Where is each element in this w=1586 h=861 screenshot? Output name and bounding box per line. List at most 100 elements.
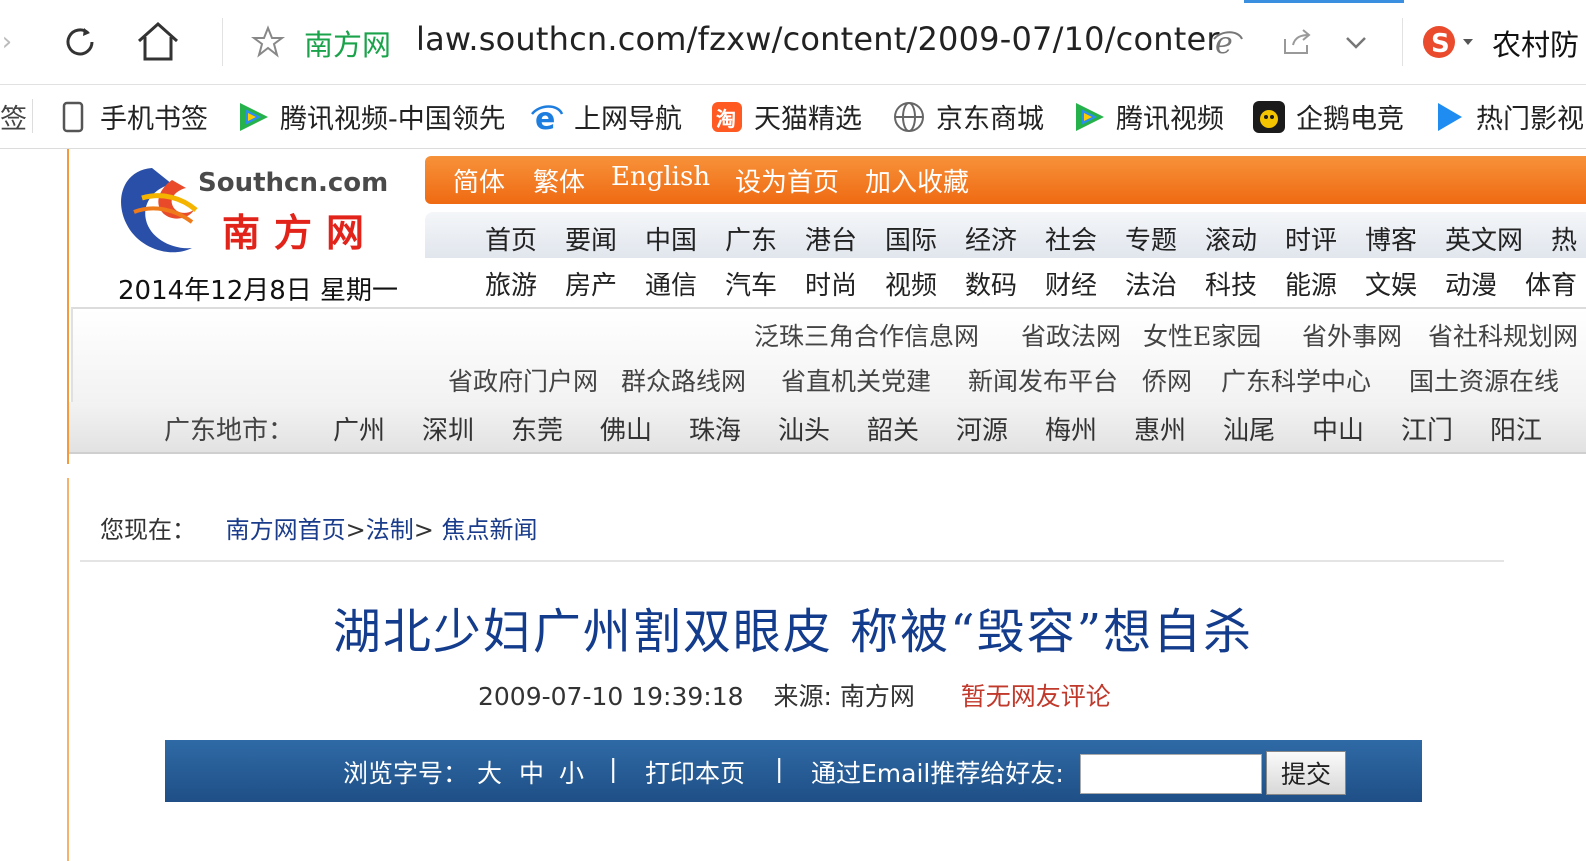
svg-text:淘: 淘	[716, 107, 736, 131]
city-bar: 广东地市： 广州 深圳 东莞 佛山 珠海 汕头 韶关 河源 梅州 惠州 汕尾 中…	[69, 402, 1586, 454]
nav-item[interactable]: 英文网	[1445, 220, 1523, 257]
bookmark-tencent-video[interactable]: 腾讯视频	[1072, 85, 1224, 148]
nav-item[interactable]: 广东	[725, 220, 777, 257]
breadcrumb-focus-news[interactable]: 焦点新闻	[442, 516, 538, 544]
partner-link[interactable]: 泛珠三角合作信息网	[754, 317, 979, 353]
link-set-homepage[interactable]: 设为首页	[735, 162, 839, 199]
partner-link[interactable]: 省社科规划网	[1428, 317, 1578, 353]
bookmark-jd[interactable]: 京东商城	[892, 85, 1044, 148]
submit-button[interactable]: 提交	[1266, 751, 1346, 795]
nav-item[interactable]: 文娱	[1365, 265, 1417, 302]
bookmark-label: 手机书签	[100, 104, 208, 135]
penguin-icon	[1252, 100, 1286, 134]
nav-item[interactable]: 通信	[645, 265, 697, 302]
font-size-small[interactable]: 小	[559, 754, 584, 790]
nav-item[interactable]: 房产	[565, 265, 617, 302]
nav-item[interactable]: 专题	[1125, 220, 1177, 257]
nav-item[interactable]: 体育	[1525, 265, 1577, 302]
nav-item[interactable]: 要闻	[565, 220, 617, 257]
partner-link[interactable]: 新闻发布平台	[968, 362, 1118, 398]
nav-item[interactable]: 社会	[1045, 220, 1097, 257]
nav-item[interactable]: 数码	[965, 265, 1017, 302]
city-link[interactable]: 江门	[1401, 410, 1453, 447]
nav-item[interactable]: 法治	[1125, 265, 1177, 302]
reload-icon[interactable]	[58, 20, 102, 64]
separator: |	[775, 754, 784, 783]
nav-item[interactable]: 汽车	[725, 265, 777, 302]
city-link[interactable]: 中山	[1312, 410, 1364, 447]
nav-item[interactable]: 科技	[1205, 265, 1257, 302]
bookmark-label: 上网导航	[574, 104, 682, 135]
city-link[interactable]: 河源	[956, 410, 1008, 447]
link-english[interactable]: English	[611, 162, 710, 192]
city-link[interactable]: 深圳	[422, 410, 474, 447]
nav-item[interactable]: 旅游	[485, 265, 537, 302]
city-link[interactable]: 汕尾	[1223, 410, 1275, 447]
breadcrumb-prefix: 您现在：	[100, 516, 196, 544]
city-link[interactable]: 珠海	[689, 410, 741, 447]
bookmark-tmall[interactable]: 淘 天猫精选	[710, 85, 862, 148]
share-icon[interactable]	[1278, 24, 1314, 60]
link-add-favorite[interactable]: 加入收藏	[865, 162, 969, 199]
city-link[interactable]: 梅州	[1045, 410, 1097, 447]
partner-link[interactable]: 省政府门户网	[448, 362, 598, 398]
nav-item[interactable]: 时评	[1285, 220, 1337, 257]
bookmark-penguin-esports[interactable]: 企鹅电竞	[1252, 85, 1404, 148]
nav-item[interactable]: 港台	[805, 220, 857, 257]
link-simplified[interactable]: 简体	[453, 162, 505, 199]
nav-item[interactable]: 经济	[965, 220, 1017, 257]
nav-item[interactable]: 国际	[885, 220, 937, 257]
logo-english: Southcn.com	[198, 168, 389, 198]
nav-item[interactable]: 动漫	[1445, 265, 1497, 302]
city-link[interactable]: 韶关	[867, 410, 919, 447]
city-link[interactable]: 汕头	[778, 410, 830, 447]
partner-link[interactable]: 省外事网	[1302, 317, 1402, 353]
nav-item[interactable]: 能源	[1285, 265, 1337, 302]
top-links-bar: 简体 繁体 English 设为首页 加入收藏	[425, 156, 1586, 204]
email-input[interactable]	[1080, 754, 1262, 794]
city-link[interactable]: 东莞	[511, 410, 563, 447]
bookmark-mobile[interactable]: 手机书签	[56, 85, 208, 148]
font-size-large[interactable]: 大	[477, 754, 502, 790]
nav-item[interactable]: 时尚	[805, 265, 857, 302]
right-tab-label[interactable]: 农村防	[1492, 22, 1579, 64]
bookmark-nav[interactable]: e 上网导航	[530, 85, 682, 148]
nav-item[interactable]: 财经	[1045, 265, 1097, 302]
font-size-medium[interactable]: 中	[519, 754, 544, 790]
link-traditional[interactable]: 繁体	[533, 162, 585, 199]
star-icon[interactable]	[250, 24, 286, 60]
bookmark-tencent-video-long[interactable]: 腾讯视频-中国领先	[236, 85, 504, 148]
partner-link[interactable]: 侨网	[1142, 362, 1192, 398]
print-link[interactable]: 打印本页	[645, 754, 745, 790]
city-link[interactable]: 惠州	[1134, 410, 1186, 447]
nav-item[interactable]: 博客	[1365, 220, 1417, 257]
partner-link[interactable]: 群众路线网	[621, 362, 746, 398]
city-link[interactable]: 广州	[333, 410, 385, 447]
bookmark-edge-fragment[interactable]: 签	[0, 85, 27, 148]
forward-icon[interactable]: ›	[0, 26, 14, 58]
partner-link[interactable]: 女性E家园	[1143, 317, 1261, 353]
site-logo[interactable]: Southcn.com 南方网	[112, 158, 388, 268]
nav-item[interactable]: 首页	[485, 220, 537, 257]
partner-link[interactable]: 国土资源在线	[1409, 362, 1559, 398]
partner-link[interactable]: 广东科学中心	[1221, 362, 1371, 398]
breadcrumb-law[interactable]: 法制	[366, 516, 414, 544]
home-icon[interactable]	[134, 18, 182, 64]
comments-link[interactable]: 暂无网友评论	[961, 682, 1111, 711]
nav-item[interactable]: 滚动	[1205, 220, 1257, 257]
sogou-search-icon[interactable]: S	[1420, 22, 1480, 62]
nav-item[interactable]: 中国	[645, 220, 697, 257]
breadcrumb-home[interactable]: 南方网首页	[226, 516, 346, 544]
partner-link[interactable]: 省直机关党建	[781, 362, 931, 398]
article-meta: 2009-07-10 19:39:18 来源: 南方网 暂无网友评论	[478, 677, 1111, 713]
city-link[interactable]: 佛山	[600, 410, 652, 447]
nav-item[interactable]: 视频	[885, 265, 937, 302]
address-bar[interactable]: law.southcn.com/fzxw/content/2009-07/10/…	[416, 20, 1220, 58]
bookmark-hot-movies[interactable]: 热门影视	[1432, 85, 1584, 148]
ie-mode-icon[interactable]: e	[1210, 24, 1246, 60]
url-site-name[interactable]: 南方网	[304, 22, 391, 64]
city-link[interactable]: 阳江	[1490, 410, 1542, 447]
chevron-down-icon[interactable]	[1340, 26, 1372, 58]
nav-item[interactable]: 热	[1551, 220, 1577, 257]
partner-link[interactable]: 省政法网	[1021, 317, 1121, 353]
